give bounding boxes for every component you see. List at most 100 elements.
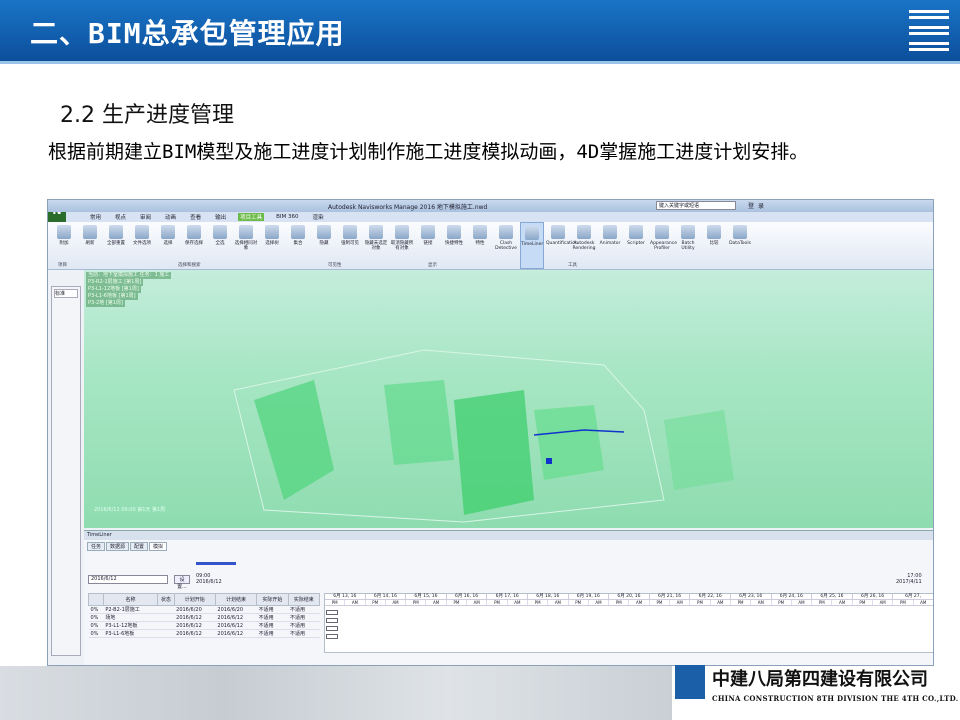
ribbon-tab[interactable]: 渲染	[311, 213, 326, 221]
gantt-half-label: PM	[569, 600, 589, 605]
column-header[interactable]: 名称	[102, 593, 159, 606]
gantt-bar[interactable]	[326, 634, 338, 639]
table-row[interactable]: 0% P2-B2-1层施工 2016/6/20 2016/6/20 不适用 不适用	[88, 605, 320, 614]
ribbon-tab[interactable]: 查看	[188, 213, 203, 221]
ribbon-tool-icon	[707, 225, 721, 239]
ribbon-button[interactable]: Appearance Profiler	[650, 222, 678, 269]
ribbon-button[interactable]: 选择	[156, 222, 180, 269]
settings-button[interactable]: 设置...	[174, 575, 190, 590]
gantt-bar[interactable]	[326, 610, 338, 615]
gantt-half-label: PM	[325, 600, 346, 605]
gantt-day-label: 6月 25, 16	[812, 594, 853, 599]
ribbon-tab[interactable]: 常用	[88, 213, 103, 221]
slide-title: 二、BIM总承包管理应用	[30, 17, 345, 50]
3d-viewport[interactable]: 当前：地下室模拟施工 任务：1 施工 P3-R2-1层施工 [第1周] P3-L1-…	[84, 270, 933, 528]
table-row[interactable]: 0% 场地 2016/6/12 2016/6/12 不适用 不适用	[88, 613, 320, 622]
gantt-day-label: 6月 24, 16	[772, 594, 813, 599]
ribbon-button[interactable]: 比较	[702, 222, 726, 269]
gantt-half-label: AM	[426, 600, 447, 605]
column-header[interactable]: 计划结束	[214, 593, 258, 606]
ribbon-button[interactable]: 强制可见	[338, 222, 362, 269]
ribbon-button[interactable]: DataTools	[728, 222, 752, 269]
ribbon-button[interactable]: 文件选项	[130, 222, 154, 269]
table-row[interactable]: 0% P3-L1-6地板 2016/6/12 2016/6/12 不适用 不适用	[88, 629, 320, 638]
ribbon-button-label: Appearance Profiler	[650, 241, 678, 251]
gantt-day-label: 6月 14, 16	[366, 594, 407, 599]
ribbon-button-label: 全选	[215, 241, 225, 246]
search-input[interactable]: 键入关键字或短语	[656, 201, 736, 210]
ribbon-button[interactable]: 取消隐藏所有对象	[390, 222, 414, 269]
ribbon-button[interactable]: Scripter	[624, 222, 648, 269]
ribbon-tabs: 常用 视点 审阅 动画 查看 输出 项目工具 BIM 360 渲染	[48, 212, 933, 222]
timeliner-tab[interactable]: 配置	[130, 542, 149, 551]
ribbon-button[interactable]: Animator	[598, 222, 622, 269]
ribbon-tab[interactable]: 输出	[213, 213, 228, 221]
gantt-half-label: PM	[487, 600, 508, 605]
table-row[interactable]: 0% P3-L1-12地板 2016/6/12 2016/6/12 不适用 不适用	[88, 621, 320, 630]
table-cell: P3-L1-6地板	[103, 629, 158, 638]
ribbon-button[interactable]: TimeLiner	[520, 222, 544, 269]
column-header[interactable]: 实际开始	[256, 593, 289, 606]
gantt-half-label: AM	[792, 600, 813, 605]
tree-mode-select[interactable]: 标准	[54, 289, 78, 298]
ribbon-button-label: 比较	[709, 241, 719, 246]
column-header[interactable]: 实际结束	[287, 593, 321, 606]
background-photo	[0, 666, 672, 720]
selection-tree-panel[interactable]: 标准	[51, 286, 81, 656]
gantt-half-label: PM	[731, 600, 752, 605]
timeliner-title: TimeLiner	[84, 531, 933, 540]
playback-slider[interactable]	[196, 562, 236, 565]
ribbon-tab[interactable]: BIM 360	[274, 214, 300, 220]
table-cell: 不适用	[288, 613, 320, 622]
ribbon-button[interactable]: 特性	[468, 222, 492, 269]
table-cell: 不适用	[256, 613, 289, 622]
ribbon-button[interactable]: 选择树	[260, 222, 284, 269]
ribbon-button[interactable]: Quantification	[546, 222, 578, 269]
ribbon-tool-icon	[135, 225, 149, 239]
ribbon-tool-icon	[239, 225, 253, 239]
timeliner-tab[interactable]: 模拟	[149, 542, 168, 551]
gantt-chart[interactable]: 6月 13, 16 6月 14, 16 6月 15, 16 6月 16, 16 6月 1…	[324, 593, 933, 653]
gantt-day-label: 6月 22, 16	[690, 594, 731, 599]
user-login[interactable]: 登录	[748, 201, 768, 210]
ribbon-group-label: 可见性	[328, 263, 342, 268]
timeliner-tab[interactable]: 任务	[87, 542, 106, 551]
table-cell: 2016/6/12	[174, 629, 216, 638]
gantt-bar[interactable]	[326, 626, 338, 631]
column-header[interactable]: 计划开始	[173, 593, 216, 606]
ribbon-button-label: DataTools	[729, 241, 751, 246]
table-cell: 2016/6/12	[174, 621, 216, 630]
column-header[interactable]: 状态	[157, 593, 175, 606]
ribbon-tab[interactable]: 项目工具	[238, 213, 265, 221]
ribbon-button[interactable]: 集合	[286, 222, 310, 269]
gantt-half-label: AM	[386, 600, 407, 605]
gantt-half-label: AM	[629, 600, 650, 605]
viewport-info-line: 当前：地下室模拟施工 任务：1 施工	[86, 272, 172, 279]
gantt-half-label: AM	[873, 600, 894, 605]
gantt-day-label: 6月 16, 16	[447, 594, 488, 599]
ribbon-tab[interactable]: 审阅	[138, 213, 153, 221]
ribbon-button-label: 全部重置	[107, 241, 125, 246]
gantt-half-label: AM	[548, 600, 569, 605]
ribbon-tab[interactable]: 动画	[163, 213, 178, 221]
model-render	[233, 349, 734, 523]
timeliner-tab[interactable]: 数据源	[106, 542, 130, 551]
gantt-day-label: 6月 21, 16	[650, 594, 691, 599]
ribbon-button[interactable]: 隐藏未选定对象	[364, 222, 388, 269]
task-table: 名称 状态 计划开始 计划结束 实际开始 实际结束 0% P2-B2-1层施工 2016/6/2…	[88, 593, 321, 638]
ribbon-button[interactable]: 选择相同对象	[234, 222, 258, 269]
ribbon-button[interactable]: 快捷特性	[442, 222, 466, 269]
ribbon-button[interactable]: 全选	[208, 222, 232, 269]
ribbon-button[interactable]: Batch Utility	[676, 222, 700, 269]
ribbon-button[interactable]: Clash Detective	[494, 222, 518, 269]
ribbon-tool-icon	[291, 225, 305, 239]
current-date-field[interactable]: 2016/6/12	[88, 575, 168, 584]
ribbon-tool-icon	[473, 225, 487, 239]
ribbon-tab[interactable]: 视点	[113, 213, 128, 221]
ribbon-button[interactable]: 全部重置	[104, 222, 128, 269]
ribbon-button[interactable]: 刷新	[78, 222, 102, 269]
ribbon-button-label: 集合	[293, 241, 303, 246]
window-title: Autodesk Navisworks Manage 2016 地下模拟施工.n…	[328, 204, 488, 211]
timeliner-tabs: 任务 数据源 配置 模拟	[84, 540, 933, 553]
gantt-bar[interactable]	[326, 618, 338, 623]
